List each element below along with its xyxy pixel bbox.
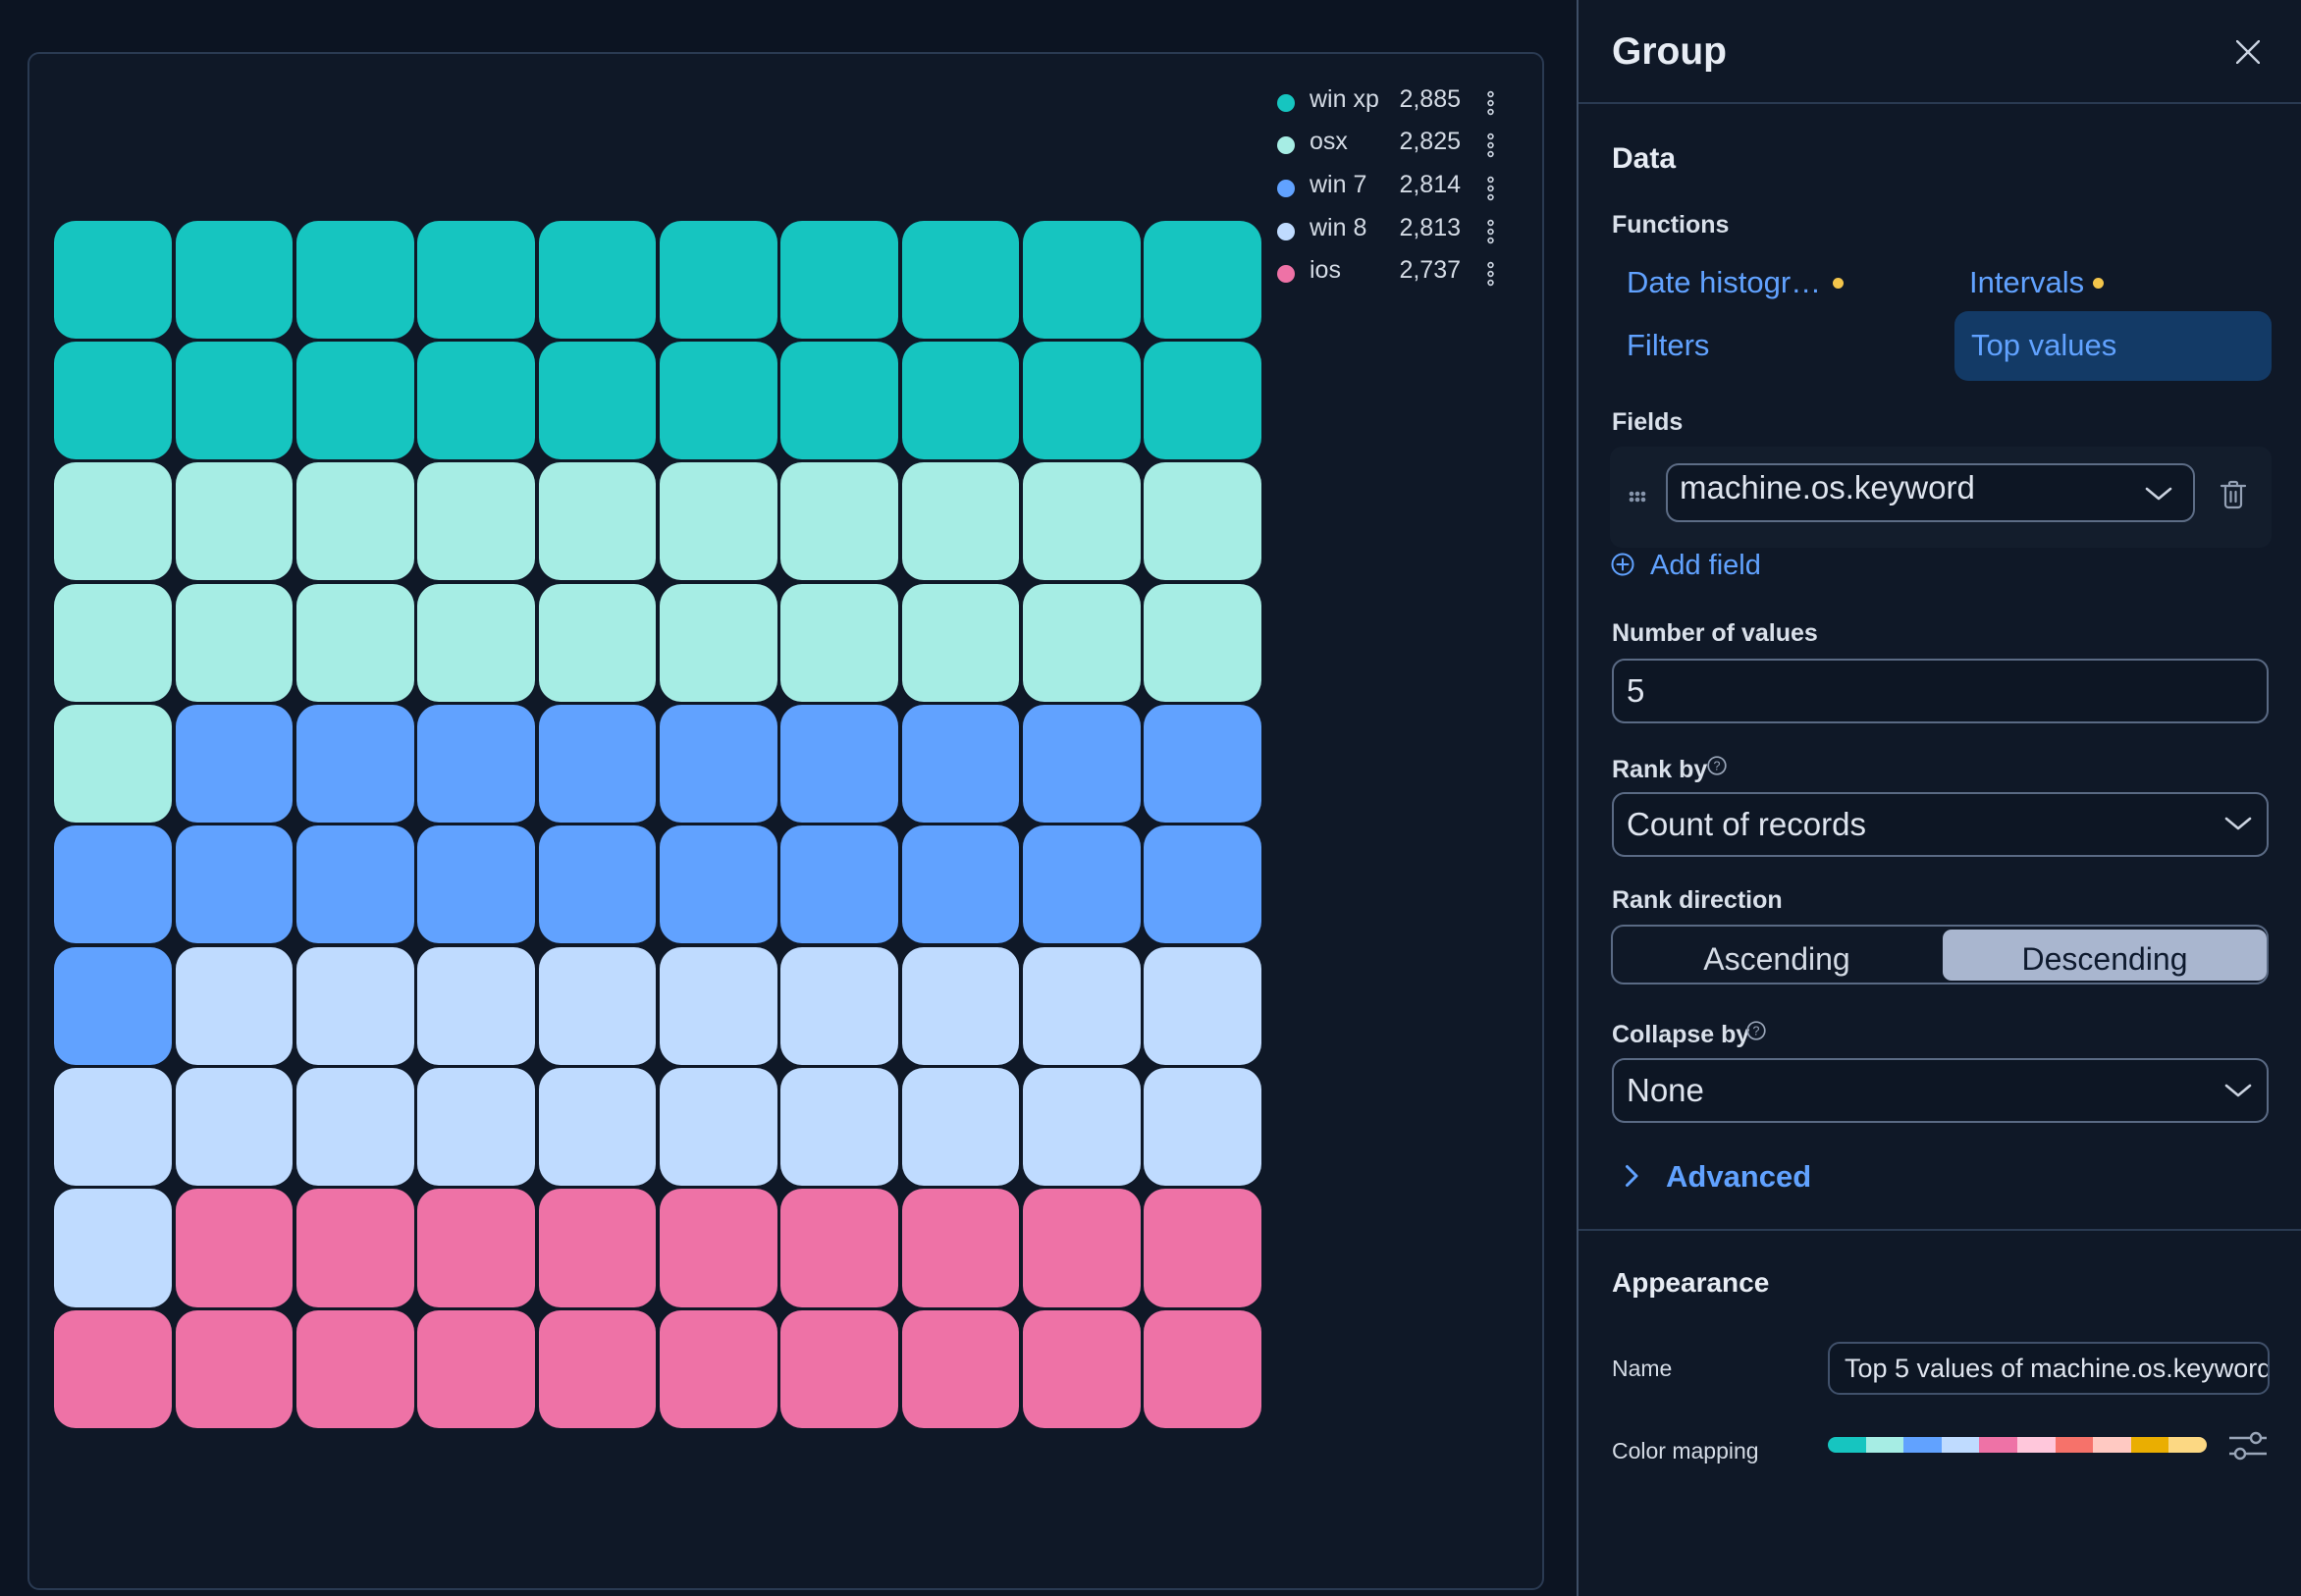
svg-text:?: ? [1714, 760, 1721, 773]
svg-text:?: ? [1753, 1025, 1760, 1038]
